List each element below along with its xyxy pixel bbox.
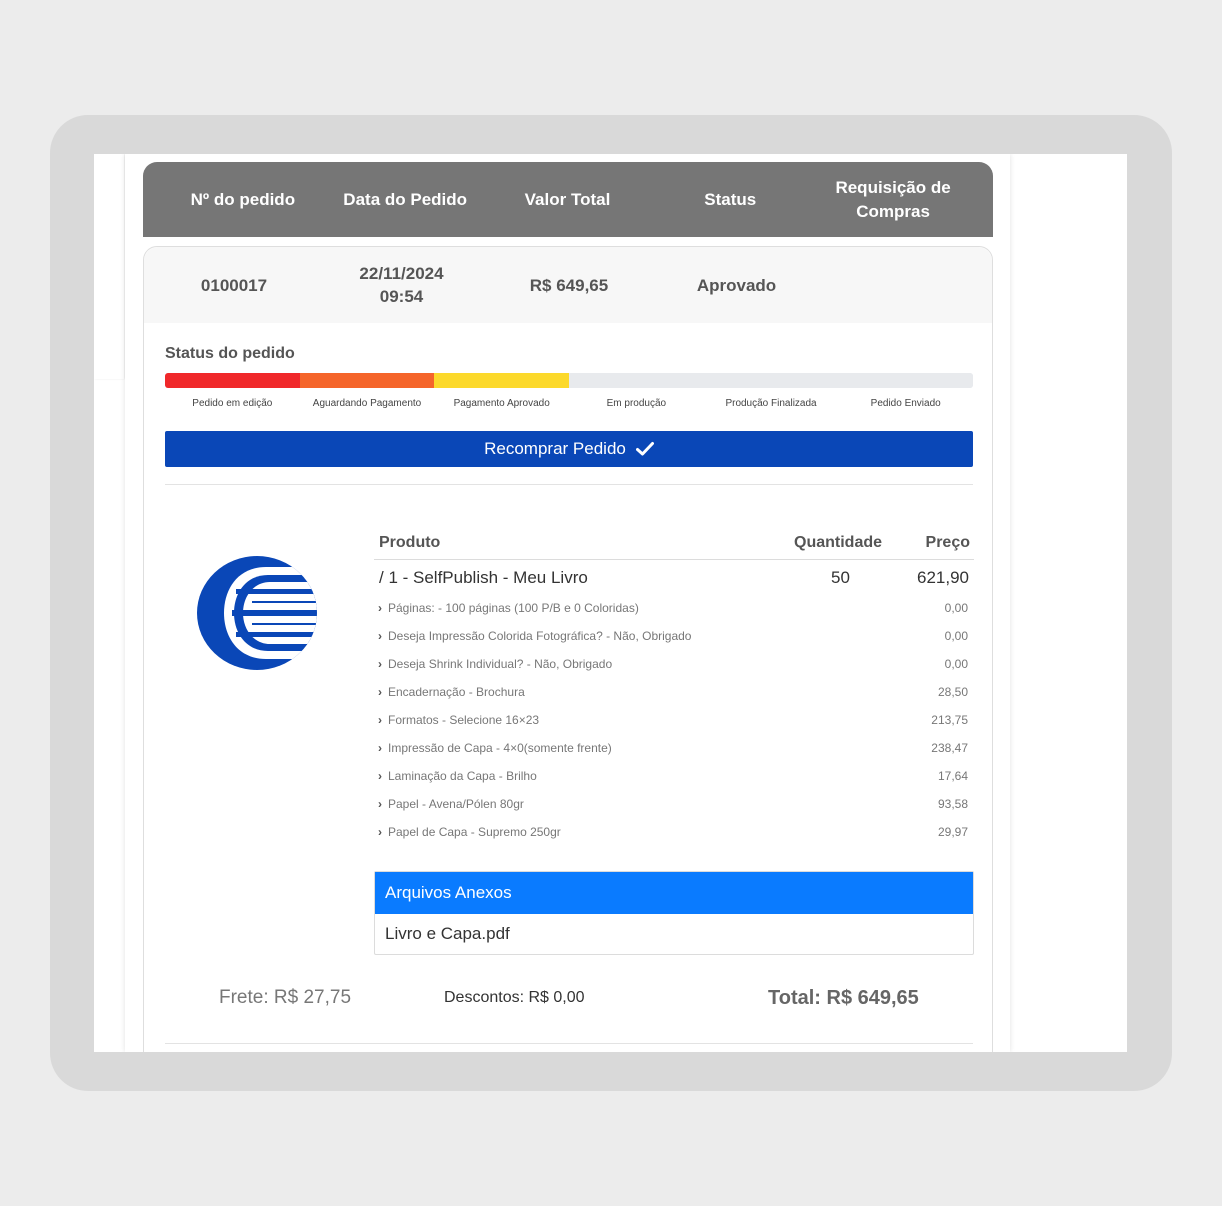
order-grand-total: Total: R$ 649,65 xyxy=(768,987,919,1009)
bottom-divider xyxy=(165,1043,973,1044)
option-row: › Deseja Shrink Individual? - Não, Obriga… xyxy=(374,650,974,678)
chevron-right-icon: › xyxy=(378,797,382,811)
rebuy-order-button[interactable]: Recomprar Pedido xyxy=(165,431,973,467)
step-label-production-finished: Produção Finalizada xyxy=(725,398,817,409)
option-price: 238,47 xyxy=(931,741,968,755)
order-date-time: 09:54 xyxy=(379,287,424,306)
header-price: Preço xyxy=(925,534,970,551)
option-label: Deseja Shrink Individual? - Não, Obrigad… xyxy=(388,657,613,671)
option-row: › Papel de Capa - Supremo 250gr 29,97 xyxy=(374,818,974,846)
chevron-right-icon: › xyxy=(378,741,382,755)
product-table: Produto Quantidade Preço / 1 - SelfPubli… xyxy=(374,529,974,846)
shipping-cost: Frete: R$ 27,75 xyxy=(219,987,352,1008)
option-label: Papel de Capa - Supremo 250gr xyxy=(388,825,561,839)
order-status: Aprovado xyxy=(696,275,777,295)
status-steps: Pedido em edição Aguardando Pagamento Pa… xyxy=(165,398,973,409)
option-row: › Impressão de Capa - 4×0(somente frente)… xyxy=(374,734,974,762)
section-divider xyxy=(165,484,973,485)
screen: Nº do pedido Data do Pedido Valor Total … xyxy=(94,154,1127,1052)
option-price: 0,00 xyxy=(944,629,968,643)
progress-segment-complete xyxy=(165,373,300,388)
status-section-title: Status do pedido xyxy=(165,345,295,362)
chevron-right-icon: › xyxy=(378,629,382,643)
product-price: 621,90 xyxy=(917,568,969,587)
option-price: 28,50 xyxy=(937,685,968,699)
product-name: / 1 - SelfPublish - Meu Livro xyxy=(379,568,588,587)
orders-table-header: Nº do pedido Data do Pedido Valor Total … xyxy=(143,162,993,237)
check-icon xyxy=(635,442,654,456)
status-progress-bar xyxy=(165,373,973,388)
header-order-date: Data do Pedido xyxy=(343,189,468,209)
order-date: 22/11/2024 09:54 xyxy=(324,262,479,308)
header-quantity: Quantidade xyxy=(794,534,883,551)
discounts: Descontos: R$ 0,00 xyxy=(444,989,585,1006)
product-table-header: Produto Quantidade Preço xyxy=(374,529,974,560)
option-label: Formatos - Selecione 16×23 xyxy=(388,713,540,727)
chevron-right-icon: › xyxy=(378,685,382,699)
page-edge xyxy=(94,154,124,379)
option-label: Encadernação - Brochura xyxy=(388,685,525,699)
chevron-right-icon: › xyxy=(378,825,382,839)
option-price: 213,75 xyxy=(931,713,968,727)
order-summary-row[interactable]: 0100017 22/11/2024 09:54 R$ 649,65 Aprov… xyxy=(144,247,992,323)
step-label-payment-approved: Pagamento Aprovado xyxy=(453,398,550,409)
chevron-right-icon: › xyxy=(378,657,382,671)
header-status: Status xyxy=(704,189,757,209)
order-date-day: 22/11/2024 xyxy=(359,264,444,283)
attachments-title: Arquivos Anexos xyxy=(375,872,973,914)
attachments-panel: Arquivos Anexos Livro e Capa.pdf xyxy=(374,871,974,955)
rebuy-order-label: Recomprar Pedido xyxy=(484,439,626,458)
header-product: Produto xyxy=(379,534,441,551)
order-number: 0100017 xyxy=(200,275,268,295)
product-quantity: 50 xyxy=(831,568,850,587)
option-price: 17,64 xyxy=(937,769,968,783)
order-details: 0100017 22/11/2024 09:54 R$ 649,65 Aprov… xyxy=(143,246,993,1052)
step-label-order-shipped: Pedido Enviado xyxy=(870,398,941,409)
chevron-right-icon: › xyxy=(378,601,382,615)
option-label: Laminação da Capa - Brilho xyxy=(388,769,537,783)
option-label: Papel - Avena/Pólen 80gr xyxy=(388,797,524,811)
chevron-right-icon: › xyxy=(378,769,382,783)
option-price: 0,00 xyxy=(944,657,968,671)
progress-segment-complete xyxy=(434,373,569,388)
option-row: › Deseja Impressão Colorida Fotográfica? … xyxy=(374,622,974,650)
header-order-number: Nº do pedido xyxy=(190,189,296,209)
option-row: › Encadernação - Brochura 28,50 xyxy=(374,678,974,706)
option-label: Deseja Impressão Colorida Fotográfica? -… xyxy=(388,629,692,643)
step-label-awaiting-payment: Aguardando Pagamento xyxy=(312,398,422,409)
option-label: Impressão de Capa - 4×0(somente frente) xyxy=(388,741,612,755)
progress-segment-pending xyxy=(703,373,839,388)
header-purchase-requisition: Requisição de Compras xyxy=(835,177,951,221)
option-label: Páginas: - 100 páginas (100 P/B e 0 Colo… xyxy=(388,601,639,615)
orders-card: Nº do pedido Data do Pedido Valor Total … xyxy=(125,154,1010,1052)
order-total: R$ 649,65 xyxy=(529,275,609,295)
progress-segment-pending xyxy=(568,373,704,388)
option-price: 93,58 xyxy=(937,797,968,811)
product-logo-icon xyxy=(197,556,317,670)
progress-segment-complete xyxy=(299,373,435,388)
option-row: › Formatos - Selecione 16×23 213,75 xyxy=(374,706,974,734)
chevron-right-icon: › xyxy=(378,713,382,727)
product-main-row: / 1 - SelfPublish - Meu Livro 50 621,90 xyxy=(374,560,974,594)
header-total-value: Valor Total xyxy=(524,189,611,209)
attachment-file-link[interactable]: Livro e Capa.pdf xyxy=(375,914,973,954)
option-row: › Laminação da Capa - Brilho 17,64 xyxy=(374,762,974,790)
option-row: › Papel - Avena/Pólen 80gr 93,58 xyxy=(374,790,974,818)
step-label-editing: Pedido em edição xyxy=(192,398,273,409)
option-price: 29,97 xyxy=(937,825,968,839)
option-price: 0,00 xyxy=(944,601,968,615)
progress-segment-pending xyxy=(838,373,973,388)
option-row: › Páginas: - 100 páginas (100 P/B e 0 Col… xyxy=(374,594,974,622)
step-label-in-production: Em produção xyxy=(606,398,667,409)
